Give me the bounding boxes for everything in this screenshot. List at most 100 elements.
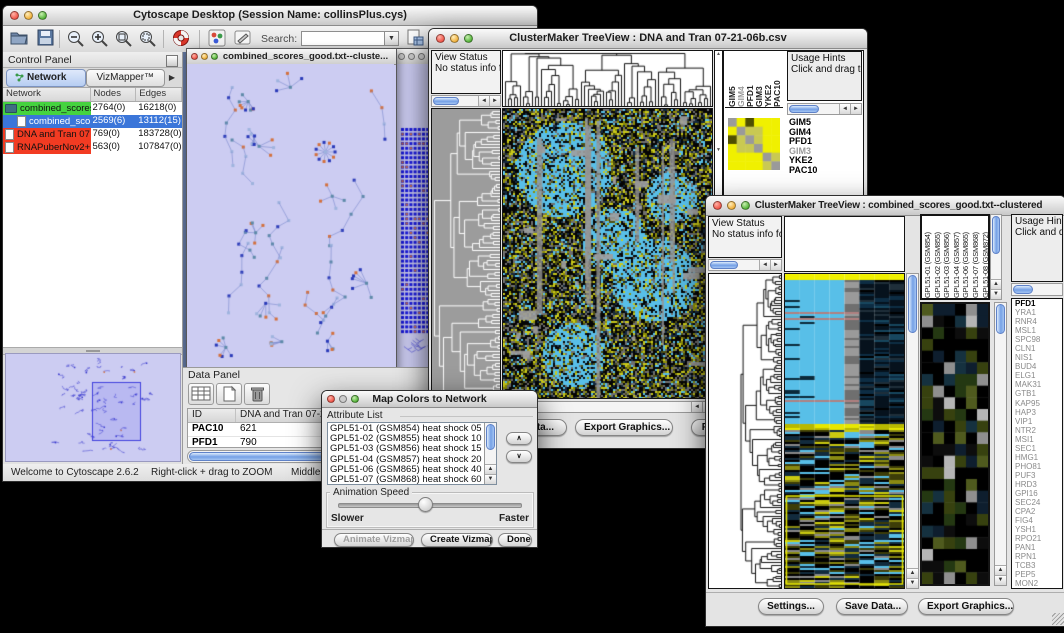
gene-list-item[interactable]: YRA1	[1015, 308, 1062, 317]
scroll-up-icon[interactable]: ▲	[485, 464, 496, 474]
scrollbar-thumb[interactable]	[908, 275, 917, 333]
zoom-button[interactable]	[351, 395, 359, 403]
dialog-titlebar[interactable]: Map Colors to Network	[322, 391, 537, 408]
gene-list-item[interactable]: FIG4	[1015, 516, 1062, 525]
minimize-button[interactable]	[201, 53, 208, 60]
export-graphics-button[interactable]: Export Graphics...	[575, 419, 673, 436]
row-dendrogram-canvas[interactable]	[432, 109, 500, 398]
column-label[interactable]: GPL51-08 (GSM872)	[981, 216, 990, 298]
column-label[interactable]: GIM4	[736, 52, 745, 107]
close-button[interactable]	[10, 11, 19, 20]
done-button[interactable]: Done	[498, 533, 532, 547]
save-icon[interactable]	[35, 29, 55, 49]
gene-list-item[interactable]: PUF3	[1015, 471, 1062, 480]
main-window-titlebar[interactable]: Cytoscape Desktop (Session Name: collins…	[3, 6, 537, 26]
scroll-down-icon[interactable]: ▼	[485, 474, 496, 484]
gene-list-item[interactable]: PAC10	[789, 166, 861, 176]
tab-vizmapper[interactable]: VizMapper™	[86, 69, 166, 87]
column-label[interactable]: PFD1	[745, 52, 754, 107]
column-label[interactable]: GIM3	[754, 52, 763, 107]
birdseye-canvas[interactable]	[6, 354, 180, 458]
column-label[interactable]: PAC10	[772, 52, 781, 107]
scrollbar-thumb[interactable]	[996, 304, 1005, 334]
network-table-row[interactable]: combined_scores2764(0)16218(0)	[3, 102, 182, 115]
scroll-left-icon[interactable]: ◄	[691, 402, 702, 412]
zoom-selected-icon[interactable]	[137, 29, 157, 49]
heatmap-canvas[interactable]	[503, 109, 712, 398]
gene-list-item[interactable]: MSL1	[1015, 326, 1062, 335]
zoom-button[interactable]	[38, 11, 47, 20]
network-window1-titlebar[interactable]: combined_scores_good.txt--cluste...	[187, 49, 396, 65]
gene-list-item[interactable]: PFD1	[789, 137, 861, 147]
gene-list-item[interactable]: CPA2	[1015, 507, 1062, 516]
usage-hints-scrollbar[interactable]: ◄►	[787, 103, 862, 115]
network-table-row[interactable]: DNA and Tran 07769(0)183728(0)	[3, 128, 182, 141]
column-label[interactable]: YKE2	[763, 52, 772, 107]
column-header-nodes[interactable]: Nodes	[91, 88, 137, 101]
open-folder-icon[interactable]	[9, 29, 29, 49]
minimize-button[interactable]	[450, 34, 459, 43]
zoom-button[interactable]	[418, 53, 425, 60]
usage-hints-scrollbar[interactable]	[1011, 283, 1063, 296]
gene-list-item[interactable]: VIP1	[1015, 417, 1062, 426]
scroll-left-icon[interactable]: ◄	[759, 260, 770, 270]
close-button[interactable]	[398, 53, 405, 60]
resize-grip[interactable]	[1052, 613, 1064, 625]
gene-list-item[interactable]: HMG1	[1015, 453, 1062, 462]
gene-list-item[interactable]: PHO81	[1015, 462, 1062, 471]
gene-list-item[interactable]: GTB1	[1015, 389, 1062, 398]
float-panel-icon[interactable]	[166, 55, 178, 67]
close-button[interactable]	[436, 34, 445, 43]
zoom-in-icon[interactable]	[89, 29, 109, 49]
birdseye-view[interactable]	[5, 353, 181, 462]
gene-list-item[interactable]: GIM4	[789, 128, 861, 138]
search-dropdown-button[interactable]: ▼	[384, 31, 399, 46]
gene-list-item[interactable]: KAP95	[1015, 399, 1062, 408]
trash-icon[interactable]	[244, 383, 270, 405]
view-status-scrollbar[interactable]: ◄►	[431, 95, 501, 107]
scroll-up-icon[interactable]: ▲	[995, 565, 1006, 575]
gene-list-item[interactable]: GIM3	[789, 147, 861, 157]
gene-list-item[interactable]: SPC98	[1015, 335, 1062, 344]
close-button[interactable]	[713, 201, 722, 210]
scroll-left-icon[interactable]: ◄	[478, 96, 489, 106]
scroll-left-icon[interactable]: ◄	[839, 104, 850, 114]
zoom-button[interactable]	[741, 201, 750, 210]
gene-list-item[interactable]: GPI16	[1015, 489, 1062, 498]
gene-list-item[interactable]: PAN1	[1015, 543, 1062, 552]
attribute-list-item[interactable]: GPL51-07 (GSM868) heat shock 60 min	[328, 475, 484, 485]
treeview1-titlebar[interactable]: ClusterMaker TreeView : DNA and Tran 07-…	[429, 29, 867, 49]
column-labels-vscrollbar[interactable]: ▲▼	[990, 214, 1002, 300]
scroll-down-icon[interactable]: ▼	[991, 289, 1001, 299]
gene-list-item[interactable]: PFD1	[1015, 299, 1062, 308]
heatmap-canvas[interactable]	[785, 274, 904, 588]
help-lifesaver-icon[interactable]	[171, 29, 191, 49]
gene-list-item[interactable]: SEC1	[1015, 444, 1062, 453]
row-dendrogram-canvas[interactable]	[709, 274, 781, 588]
gene-list-item[interactable]: SEC24	[1015, 498, 1062, 507]
column-header-network[interactable]: Network	[3, 88, 91, 101]
similarity-matrix-thumbnail[interactable]	[728, 118, 780, 170]
close-button[interactable]	[191, 53, 198, 60]
heatmap-vscrollbar[interactable]: ▲▼	[906, 273, 919, 589]
gene-list-item[interactable]: MON2	[1015, 579, 1062, 588]
gene-list-item[interactable]: ELG1	[1015, 371, 1062, 380]
minimize-button[interactable]	[339, 395, 347, 403]
column-label[interactable]: GPL51-03 (GSM856)	[942, 216, 952, 298]
scroll-right-icon[interactable]: ►	[850, 104, 861, 114]
minimize-button[interactable]	[727, 201, 736, 210]
zoom-out-icon[interactable]	[65, 29, 85, 49]
gene-list-item[interactable]: NIS1	[1015, 353, 1062, 362]
view-status-scrollbar[interactable]: ◄►	[708, 259, 782, 271]
annotation-icon[interactable]	[233, 29, 253, 49]
gene-list-item[interactable]: RPO21	[1015, 534, 1062, 543]
new-document-icon[interactable]	[216, 383, 242, 405]
scrollbar-thumb[interactable]	[710, 261, 738, 269]
column-header-id[interactable]: ID	[188, 409, 236, 422]
scrollbar-thumb[interactable]	[433, 97, 459, 105]
gene-list-item[interactable]: HRD3	[1015, 480, 1062, 489]
network-table-row[interactable]: RNAPuberNov2+563(0)107847(0)	[3, 141, 182, 154]
gene-list-item[interactable]: MAK31	[1015, 380, 1062, 389]
tab-overflow-button[interactable]: ▶	[165, 73, 179, 82]
gene-list-item[interactable]: PEP5	[1015, 570, 1062, 579]
